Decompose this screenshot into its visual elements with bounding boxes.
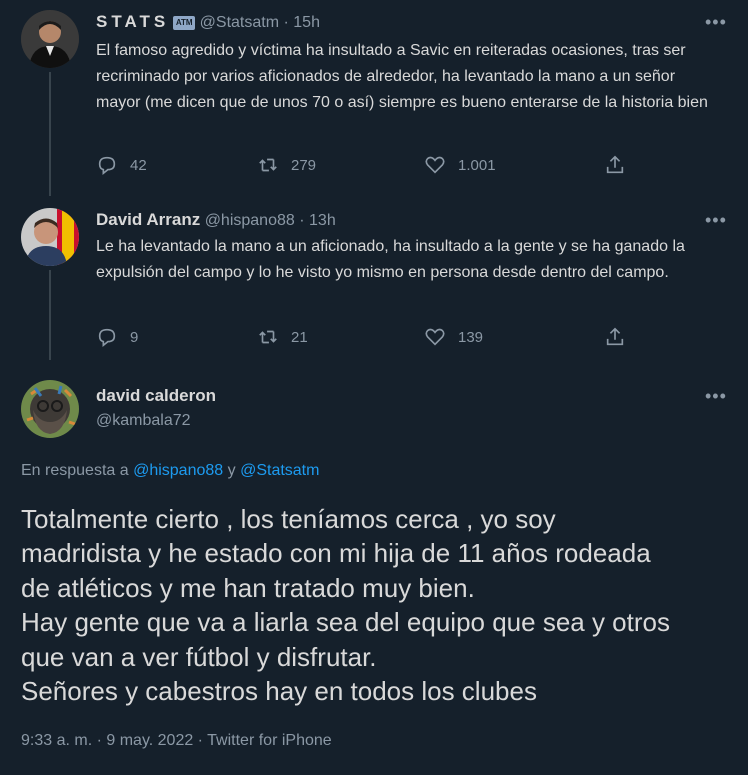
avatar[interactable] — [21, 208, 79, 266]
text-line: madridista y he estado con mi hija de 11… — [21, 538, 651, 569]
tweet-timestamp[interactable]: 9:33 a. m. · 9 may. 2022 · Twitter for i… — [21, 732, 332, 750]
thread-line — [49, 72, 51, 196]
reply-context: En respuesta a @hispano88 y @Statsatm — [21, 462, 319, 480]
reply-button[interactable]: 9 — [96, 326, 138, 348]
tweet-header: STATS ATM @Statsatm · 15h — [96, 12, 320, 32]
text-line: que van a ver fútbol y disfrutar. — [21, 641, 377, 672]
more-icon[interactable]: ••• — [705, 210, 727, 231]
atm-badge-icon: ATM — [173, 15, 196, 30]
separator: · — [283, 14, 289, 31]
retweet-button[interactable]: 279 — [257, 154, 316, 176]
tweet-text: Le ha levantado la mano a un aficionado,… — [96, 238, 685, 281]
reply-and: y — [227, 462, 236, 479]
main-tweet-text: Totalmente cierto , los teníamos cerca ,… — [21, 502, 670, 708]
more-icon[interactable]: ••• — [705, 386, 727, 407]
like-count: 139 — [458, 328, 484, 346]
handle[interactable]: @hispano88 — [205, 212, 295, 229]
more-icon[interactable]: ••• — [705, 12, 727, 33]
retweet-count: 21 — [291, 328, 308, 346]
retweet-count: 279 — [291, 156, 317, 174]
like-count: 1.001 — [458, 156, 496, 174]
display-name[interactable]: david calderon — [96, 386, 216, 406]
text-line: Hay gente que va a liarla sea del equipo… — [21, 607, 670, 638]
reply-count: 9 — [130, 328, 139, 346]
avatar[interactable] — [21, 10, 79, 68]
share-icon — [606, 155, 624, 174]
reply-prefix: En respuesta a — [21, 462, 129, 479]
like-button[interactable]: 1.001 — [424, 154, 496, 176]
avatar[interactable] — [21, 380, 79, 438]
reply-icon — [98, 328, 116, 347]
handle[interactable]: @Statsatm — [200, 14, 279, 31]
thread-line — [49, 270, 51, 360]
tweet-header: David Arranz @hispano88 · 13h — [96, 210, 336, 230]
retweet-icon — [259, 330, 277, 344]
separator: · — [299, 212, 305, 229]
reply-user-hispano88[interactable]: @hispano88 — [133, 462, 223, 479]
text-line: Totalmente cierto , los teníamos cerca ,… — [21, 504, 556, 534]
like-button[interactable]: 139 — [424, 326, 483, 348]
reply-count: 42 — [130, 156, 147, 174]
reply-icon — [98, 156, 116, 175]
handle[interactable]: @kambala72 — [96, 412, 191, 430]
tweet-text: El famoso agredido y víctima ha insultad… — [96, 42, 708, 111]
text-line: Señores y cabestros hay en todos los clu… — [21, 676, 537, 707]
retweet-button[interactable]: 21 — [257, 326, 308, 348]
like-icon — [425, 328, 445, 346]
timestamp[interactable]: 15h — [293, 14, 320, 31]
display-name[interactable]: David Arranz — [96, 210, 200, 229]
reply-button[interactable]: 42 — [96, 154, 147, 176]
share-button[interactable] — [604, 154, 638, 176]
timestamp[interactable]: 13h — [309, 212, 336, 229]
text-line: de atléticos y me han tratado muy bien. — [21, 572, 475, 603]
reply-user-statsatm[interactable]: @Statsatm — [240, 462, 319, 479]
display-name[interactable]: STATS — [96, 12, 169, 31]
share-icon — [606, 327, 624, 346]
like-icon — [425, 156, 445, 174]
share-button[interactable] — [604, 326, 638, 348]
retweet-icon — [259, 158, 277, 172]
